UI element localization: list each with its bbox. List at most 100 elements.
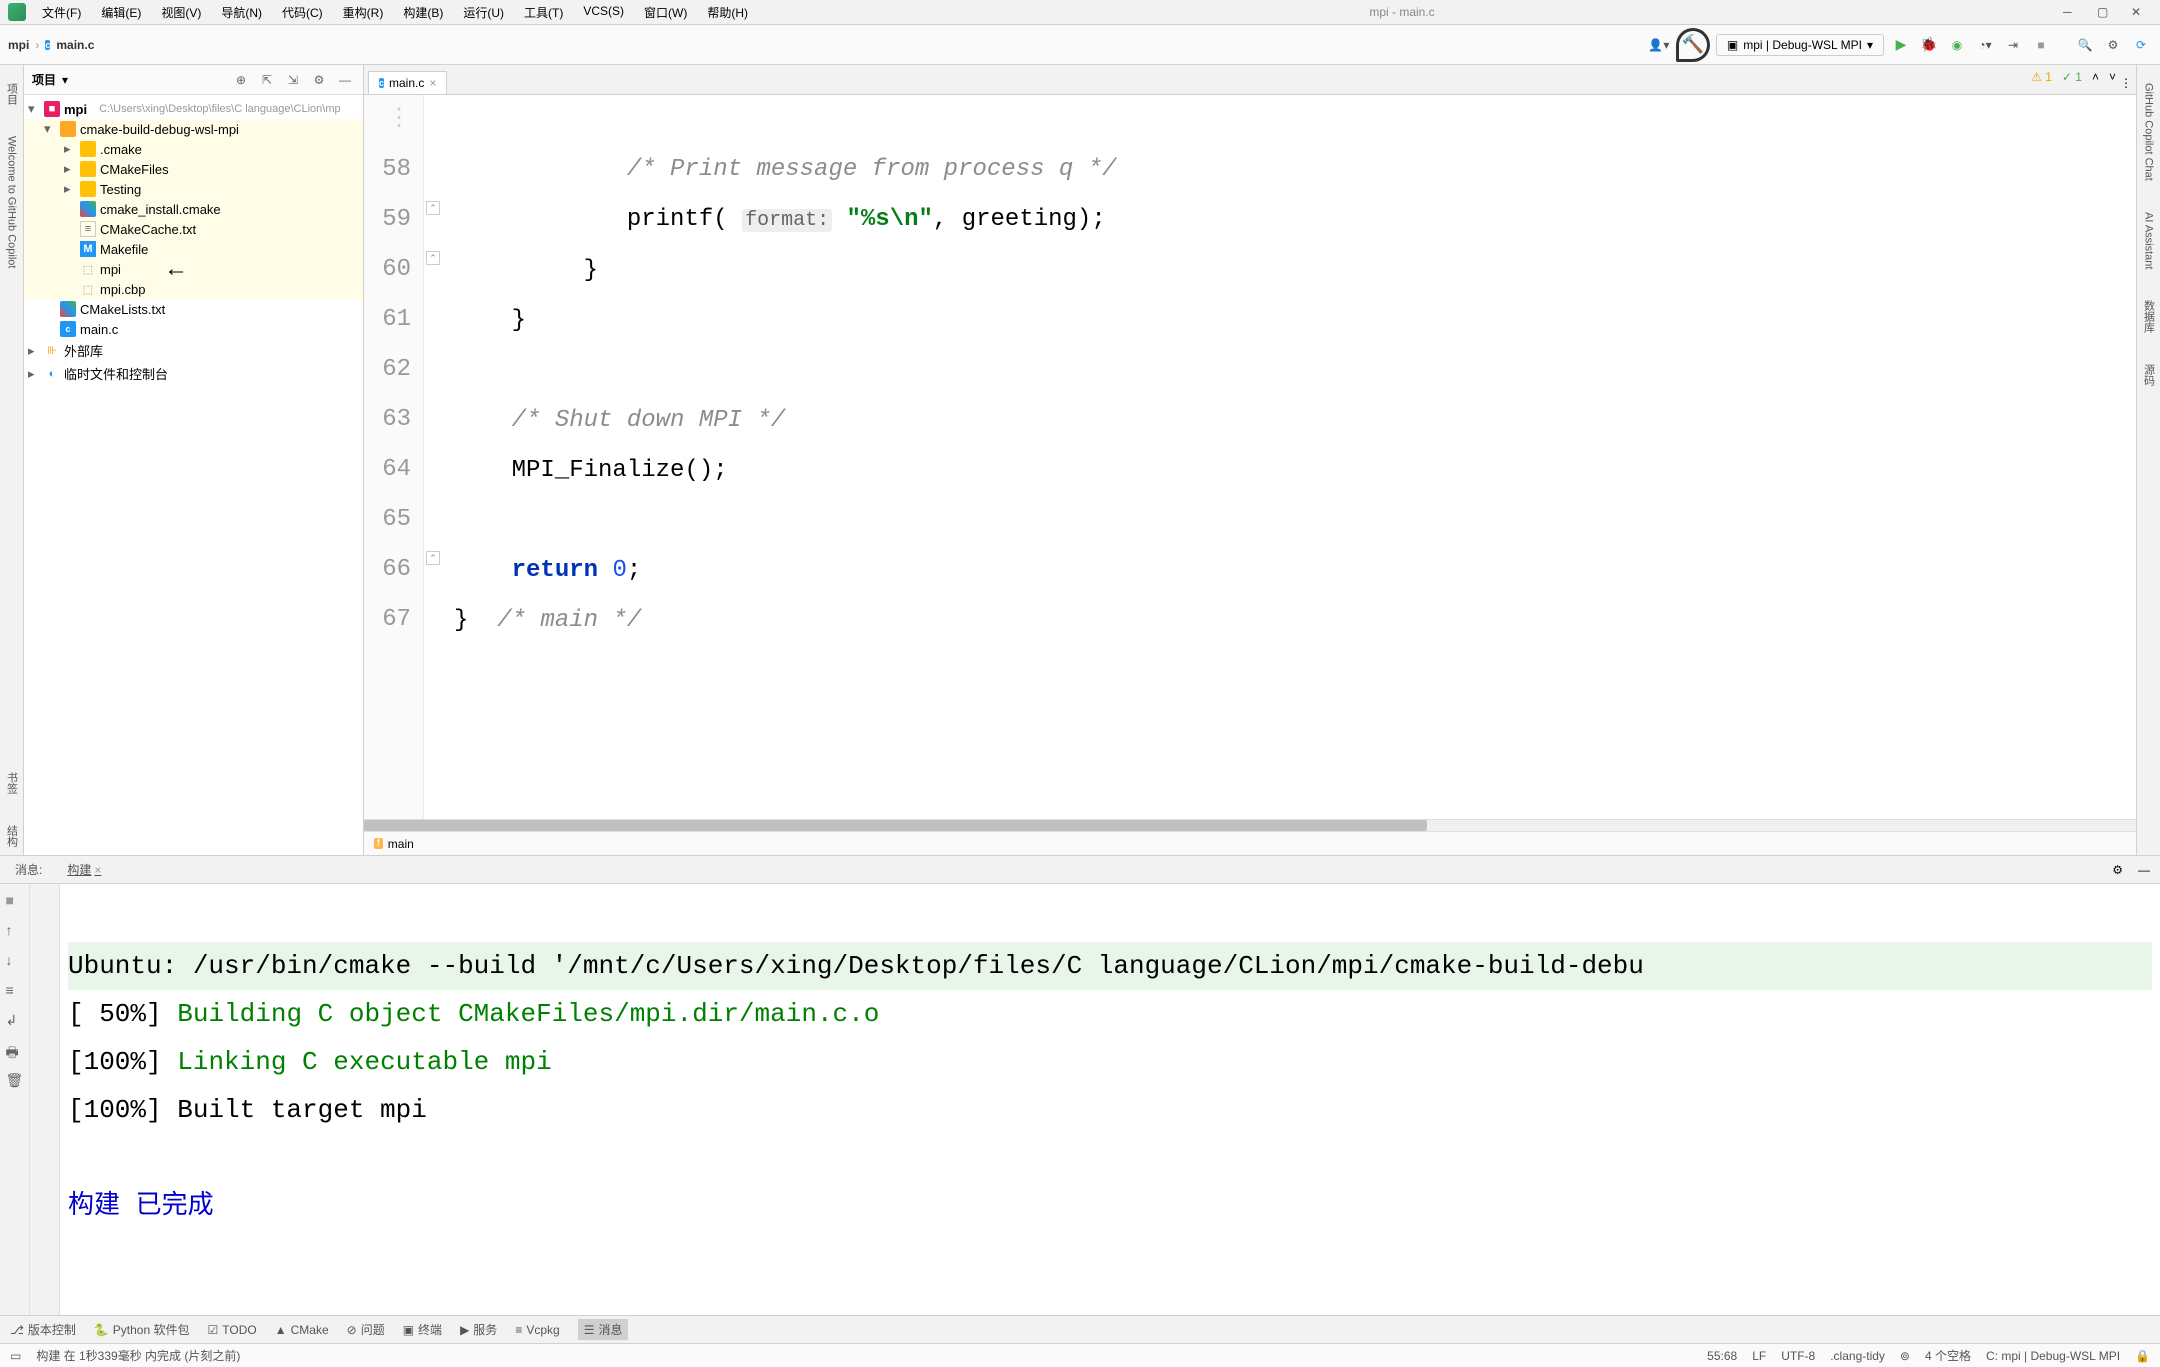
horizontal-scrollbar[interactable]: [364, 819, 2136, 831]
source-tab[interactable]: 源码: [2139, 356, 2159, 394]
hide-icon[interactable]: —: [335, 70, 355, 90]
bookmarks-tab[interactable]: 书签: [2, 764, 22, 802]
soft-wrap-icon[interactable]: ↲: [6, 1012, 24, 1030]
stop-icon[interactable]: ■: [2030, 34, 2052, 56]
status-copilot-icon[interactable]: ⊚: [1900, 1349, 1910, 1363]
status-indent[interactable]: 4 个空格: [1925, 1347, 1971, 1364]
editor-breadcrumb[interactable]: f main: [364, 831, 2136, 855]
settings-icon[interactable]: ⚙: [2102, 34, 2124, 56]
locate-icon[interactable]: ⊕: [231, 70, 251, 90]
code-editor[interactable]: ⋮ 58 59 60 61 62 63 64 65 66 67 ⌃ ⌃ ⌃ /*…: [364, 95, 2136, 819]
python-packages-tool[interactable]: 🐍 Python 软件包: [94, 1321, 190, 1338]
print-icon[interactable]: 🖶: [6, 1042, 24, 1060]
up-icon[interactable]: ↑: [6, 922, 24, 940]
menu-view[interactable]: 视图(V): [153, 2, 209, 23]
menu-help[interactable]: 帮助(H): [699, 2, 756, 23]
menu-window[interactable]: 窗口(W): [636, 2, 695, 23]
close-tab-icon[interactable]: ×: [94, 863, 101, 877]
fold-icon[interactable]: ⌃: [426, 201, 440, 215]
messages-tool[interactable]: ☰ 消息: [578, 1319, 629, 1340]
tree-cmake-install[interactable]: cmake_install.cmake: [100, 202, 221, 217]
tree-cmakefiles-dir[interactable]: CMakeFiles: [100, 162, 169, 177]
run-config-selector[interactable]: ▣ mpi | Debug-WSL MPI ▾: [1716, 34, 1884, 56]
close-tab-icon[interactable]: ×: [429, 76, 436, 90]
build-output[interactable]: Ubuntu: /usr/bin/cmake --build '/mnt/c/U…: [60, 884, 2160, 1315]
breadcrumb-fn[interactable]: main: [388, 837, 414, 851]
structure-tab[interactable]: 结构: [2, 817, 22, 855]
ai-assistant-tab[interactable]: AI Assistant: [2141, 204, 2157, 277]
status-context[interactable]: C: mpi | Debug-WSL MPI: [1986, 1349, 2120, 1363]
database-tab[interactable]: 数据库: [2139, 292, 2159, 341]
breadcrumb-file[interactable]: main.c: [56, 38, 94, 52]
event-log-icon[interactable]: ▭: [10, 1349, 21, 1363]
down-icon[interactable]: ↓: [6, 952, 24, 970]
tree-temp-console[interactable]: 临时文件和控制台: [64, 364, 168, 383]
tree-main-c[interactable]: main.c: [80, 322, 118, 337]
fold-icon[interactable]: ⌃: [426, 251, 440, 265]
menu-tools[interactable]: 工具(T): [516, 2, 571, 23]
build-hammer-icon[interactable]: 🔨: [1676, 28, 1710, 62]
status-cursor-pos[interactable]: 55:68: [1707, 1349, 1737, 1363]
user-add-icon[interactable]: 👤▾: [1648, 34, 1670, 56]
tree-mpi-exe[interactable]: mpi: [100, 262, 121, 277]
tree-mpi-cbp[interactable]: mpi.cbp: [100, 282, 146, 297]
project-tool-tab[interactable]: 项目: [2, 75, 22, 113]
cmake-tool[interactable]: ▲ CMake: [275, 1323, 329, 1337]
fold-icon[interactable]: ⌃: [426, 551, 440, 565]
gear-icon[interactable]: ⚙: [309, 70, 329, 90]
menu-build[interactable]: 构建(B): [395, 2, 451, 23]
expand-icon[interactable]: ⇲: [283, 70, 303, 90]
trash-icon[interactable]: 🗑: [6, 1072, 24, 1090]
services-tool[interactable]: ▶ 服务: [460, 1321, 497, 1338]
breadcrumb-root[interactable]: mpi: [8, 38, 29, 52]
maximize-icon[interactable]: ▢: [2097, 5, 2111, 19]
hide-panel-icon[interactable]: —: [2138, 863, 2150, 877]
debug-icon[interactable]: 🐞: [1918, 34, 1940, 56]
problems-tool[interactable]: ⊘ 问题: [347, 1321, 385, 1338]
menu-code[interactable]: 代码(C): [274, 2, 331, 23]
build-tab[interactable]: 构建×: [62, 858, 106, 881]
minimize-icon[interactable]: ─: [2063, 5, 2077, 19]
menu-run[interactable]: 运行(U): [455, 2, 512, 23]
copilot-welcome-tab[interactable]: Welcome to GitHub Copilot: [4, 128, 20, 276]
version-control-tool[interactable]: ⎇ 版本控制: [10, 1321, 76, 1338]
collapse-icon[interactable]: ⇱: [257, 70, 277, 90]
run-icon[interactable]: ▶: [1890, 34, 1912, 56]
gear-icon[interactable]: ⚙: [2112, 863, 2123, 877]
todo-tool[interactable]: ☑ TODO: [208, 1323, 257, 1337]
attach-icon[interactable]: ⇥: [2002, 34, 2024, 56]
tree-root[interactable]: mpi: [64, 102, 87, 117]
code-content[interactable]: /* Print message from process q */ print…: [444, 95, 2136, 819]
status-lock-icon[interactable]: 🔒: [2135, 1349, 2150, 1363]
terminal-tool[interactable]: ▣ 终端: [403, 1321, 442, 1338]
copilot-chat-tab[interactable]: GitHub Copilot Chat: [2141, 75, 2157, 189]
status-encoding[interactable]: UTF-8: [1781, 1349, 1815, 1363]
profile-icon[interactable]: ◔▾: [1974, 34, 1996, 56]
stop-build-icon[interactable]: ■: [6, 892, 24, 910]
tree-build-dir[interactable]: cmake-build-debug-wsl-mpi: [80, 122, 239, 137]
close-icon[interactable]: ✕: [2131, 5, 2145, 19]
status-line-sep[interactable]: LF: [1752, 1349, 1766, 1363]
tree-cmakelists[interactable]: CMakeLists.txt: [80, 302, 165, 317]
filter-icon[interactable]: ≡: [6, 982, 24, 1000]
ai-icon[interactable]: ⟳: [2130, 34, 2152, 56]
search-icon[interactable]: 🔍: [2074, 34, 2096, 56]
menu-edit[interactable]: 编辑(E): [93, 2, 149, 23]
tree-testing-dir[interactable]: Testing: [100, 182, 141, 197]
menu-refactor[interactable]: 重构(R): [335, 2, 392, 23]
tree-ext-libs[interactable]: 外部库: [64, 341, 103, 360]
tab-options-icon[interactable]: ⋮: [2116, 72, 2136, 94]
tree-makefile[interactable]: Makefile: [100, 242, 148, 257]
coverage-icon[interactable]: ◉: [1946, 34, 1968, 56]
vcpkg-tool[interactable]: ≡ Vcpkg: [515, 1323, 559, 1337]
tree-cmakecache[interactable]: CMakeCache.txt: [100, 222, 196, 237]
editor-tab-main-c[interactable]: c main.c ×: [368, 71, 447, 94]
menu-navigate[interactable]: 导航(N): [213, 2, 270, 23]
status-analyzer[interactable]: .clang-tidy: [1830, 1349, 1885, 1363]
menu-file[interactable]: 文件(F): [34, 2, 89, 23]
fold-gutter[interactable]: ⌃ ⌃ ⌃: [424, 95, 444, 819]
chevron-down-icon[interactable]: ▾: [62, 73, 68, 87]
menu-vcs[interactable]: VCS(S): [575, 2, 632, 23]
tree-cmake-dir[interactable]: .cmake: [100, 142, 142, 157]
project-tree[interactable]: ▾■mpiC:\Users\xing\Desktop\files\C langu…: [24, 95, 363, 855]
